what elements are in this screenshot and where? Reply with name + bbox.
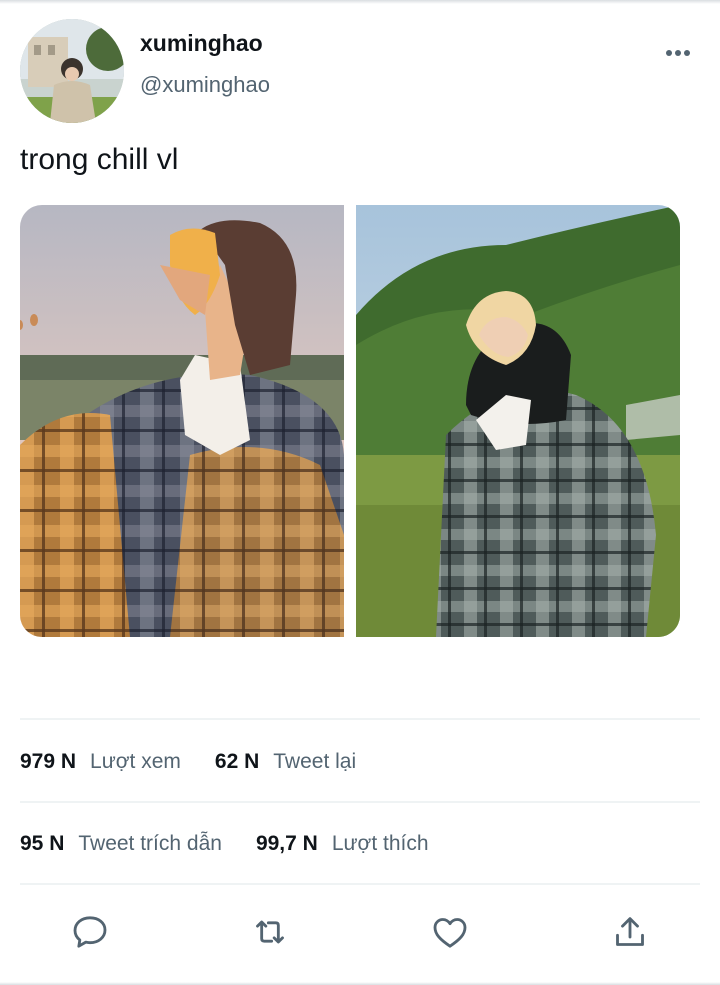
stats-row-1: 979 N Lượt xem 62 N Tweet lại (20, 750, 390, 774)
media-grid (20, 205, 680, 637)
retweets-count: 62 N (214, 750, 260, 773)
reply-icon (73, 916, 107, 948)
share-button[interactable] (608, 910, 652, 954)
tweet-text: trong chill vl (20, 143, 179, 176)
likes-count: 99,7 N (255, 832, 318, 855)
media-photo-2[interactable] (356, 205, 680, 637)
reply-button[interactable] (68, 910, 112, 954)
photo-field-hood (356, 205, 680, 637)
more-dots-icon (666, 50, 690, 56)
quotes-count: 95 N (20, 832, 65, 855)
retweets-label[interactable]: Tweet lại (273, 750, 356, 774)
like-button[interactable] (428, 910, 472, 954)
likes-label[interactable]: Lượt thích (332, 832, 429, 856)
divider-middle (20, 801, 700, 803)
share-icon (616, 917, 644, 946)
divider-bottom (20, 883, 700, 885)
top-border (0, 0, 720, 4)
media-photo-1[interactable] (20, 205, 344, 637)
views-label[interactable]: Lượt xem (90, 750, 181, 774)
more-options-button[interactable] (658, 38, 698, 68)
stats-row-2: 95 N Tweet trích dẫn 99,7 N Lượt thích (20, 832, 463, 856)
display-name[interactable]: xuminghao (140, 30, 263, 57)
divider-top (20, 718, 700, 720)
retweet-button[interactable] (248, 910, 292, 954)
avatar[interactable] (20, 19, 124, 123)
heart-icon (433, 918, 467, 948)
avatar-image (20, 19, 124, 123)
user-handle[interactable]: @xuminghao (140, 72, 270, 98)
quotes-label[interactable]: Tweet trích dẫn (78, 832, 222, 856)
views-count: 979 N (20, 750, 77, 773)
retweet-icon (256, 920, 284, 944)
photo-sunset-hood (20, 205, 344, 637)
